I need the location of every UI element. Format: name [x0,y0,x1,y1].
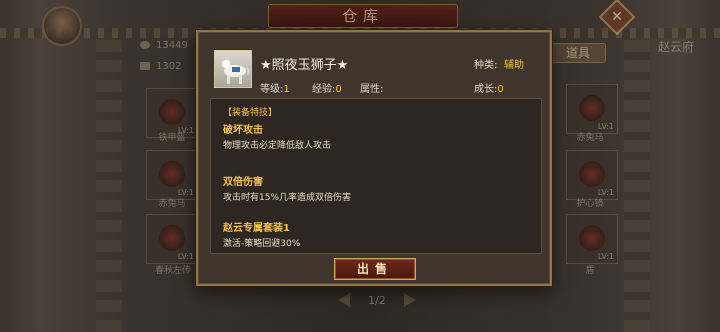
slot-level: LV:1 [597,252,614,261]
warehouse-title: 仓库 [268,4,458,28]
skill-desc: 激活-策略回避30% [223,239,301,249]
inventory-slot[interactable]: LV:1 [566,214,618,264]
inventory-slot[interactable]: LV:1 [146,214,198,264]
inventory-slot[interactable]: LV:1 [146,150,198,200]
item-type-value: 辅助 [504,60,524,71]
slot-level: LV:1 [177,252,194,261]
skill-name: 双倍伤害 [223,177,263,188]
slot-label: 护心镜 [576,199,604,209]
silver-amount: 1302 [140,61,181,72]
tab-props[interactable]: 道具 [550,43,606,63]
book-item-icon [159,225,185,251]
stat-value: 1 [283,84,290,95]
stat-label: 经验: [312,84,336,95]
inventory-slot[interactable]: LV:1 [566,84,618,134]
item-name: ★照夜玉狮子★ [260,58,349,73]
horse-item-icon [159,161,185,187]
item-attr-stat: 属性: [360,80,383,95]
slot-label: 铁甲盔 [158,133,186,143]
pager: 1/2 [336,292,418,310]
horse-item-icon [579,95,605,121]
close-icon: ✕ [611,9,623,25]
next-page-icon[interactable] [404,293,416,307]
skill-name: 破坏攻击 [223,125,263,136]
armor-item-icon [159,99,185,125]
stat-value: 0 [335,84,342,95]
item-growth-stat: 成长:0 [474,80,504,95]
item-level-stat: 等级:1 [260,80,290,95]
prev-page-icon[interactable] [338,293,350,307]
skill-entry: 双倍伤害 攻击时有15%几率造成双倍伤害 [223,173,351,203]
skill-entry: 赵云专属套装1 激活-策略回避30% [223,219,300,249]
gold-amount: 13449 [140,40,188,51]
stat-value: 0 [497,84,504,95]
slot-label: 赤兔马 [158,199,186,209]
stat-label: 属性: [360,84,384,95]
page-indicator: 1/2 [368,294,386,307]
skill-desc: 物理攻击必定降低敌人攻击 [223,141,332,151]
stat-label: 成长: [474,84,498,95]
slot-label: 盾 [585,266,595,276]
shield-item-icon [579,225,605,251]
slot-label: 赤兔马 [576,133,604,143]
skill-entry: 破坏攻击 物理攻击必定降低敌人攻击 [223,121,331,151]
equipment-skills-panel: 【装备特技】 破坏攻击 物理攻击必定降低敌人攻击 双倍伤害 攻击时有15%几率造… [210,98,542,254]
hero-name: 赵云府 [658,40,695,54]
jade-lion-horse-icon [214,50,252,88]
skill-desc: 攻击时有15%几率造成双倍伤害 [223,193,352,203]
section-title: 【装备特技】 [223,108,278,118]
inventory-slot[interactable]: LV:1 [566,150,618,200]
mirror-item-icon [579,161,605,187]
item-exp-stat: 经验:0 [312,80,342,95]
item-detail-dialog: ★照夜玉狮子★ 种类: 辅助 等级:1 经验:0 属性: 成长:0 【装备特技】… [196,30,552,286]
stat-label: 等级: [260,84,284,95]
decorative-column [624,40,650,332]
skill-name: 赵云专属套装1 [223,223,290,234]
item-header: ★照夜玉狮子★ 种类: 辅助 等级:1 经验:0 属性: 成长:0 [212,44,540,95]
sell-button[interactable]: 出售 [334,258,416,280]
decorative-column [96,40,122,332]
hero-avatar[interactable] [42,6,82,46]
item-type-label: 种类: [474,60,498,71]
